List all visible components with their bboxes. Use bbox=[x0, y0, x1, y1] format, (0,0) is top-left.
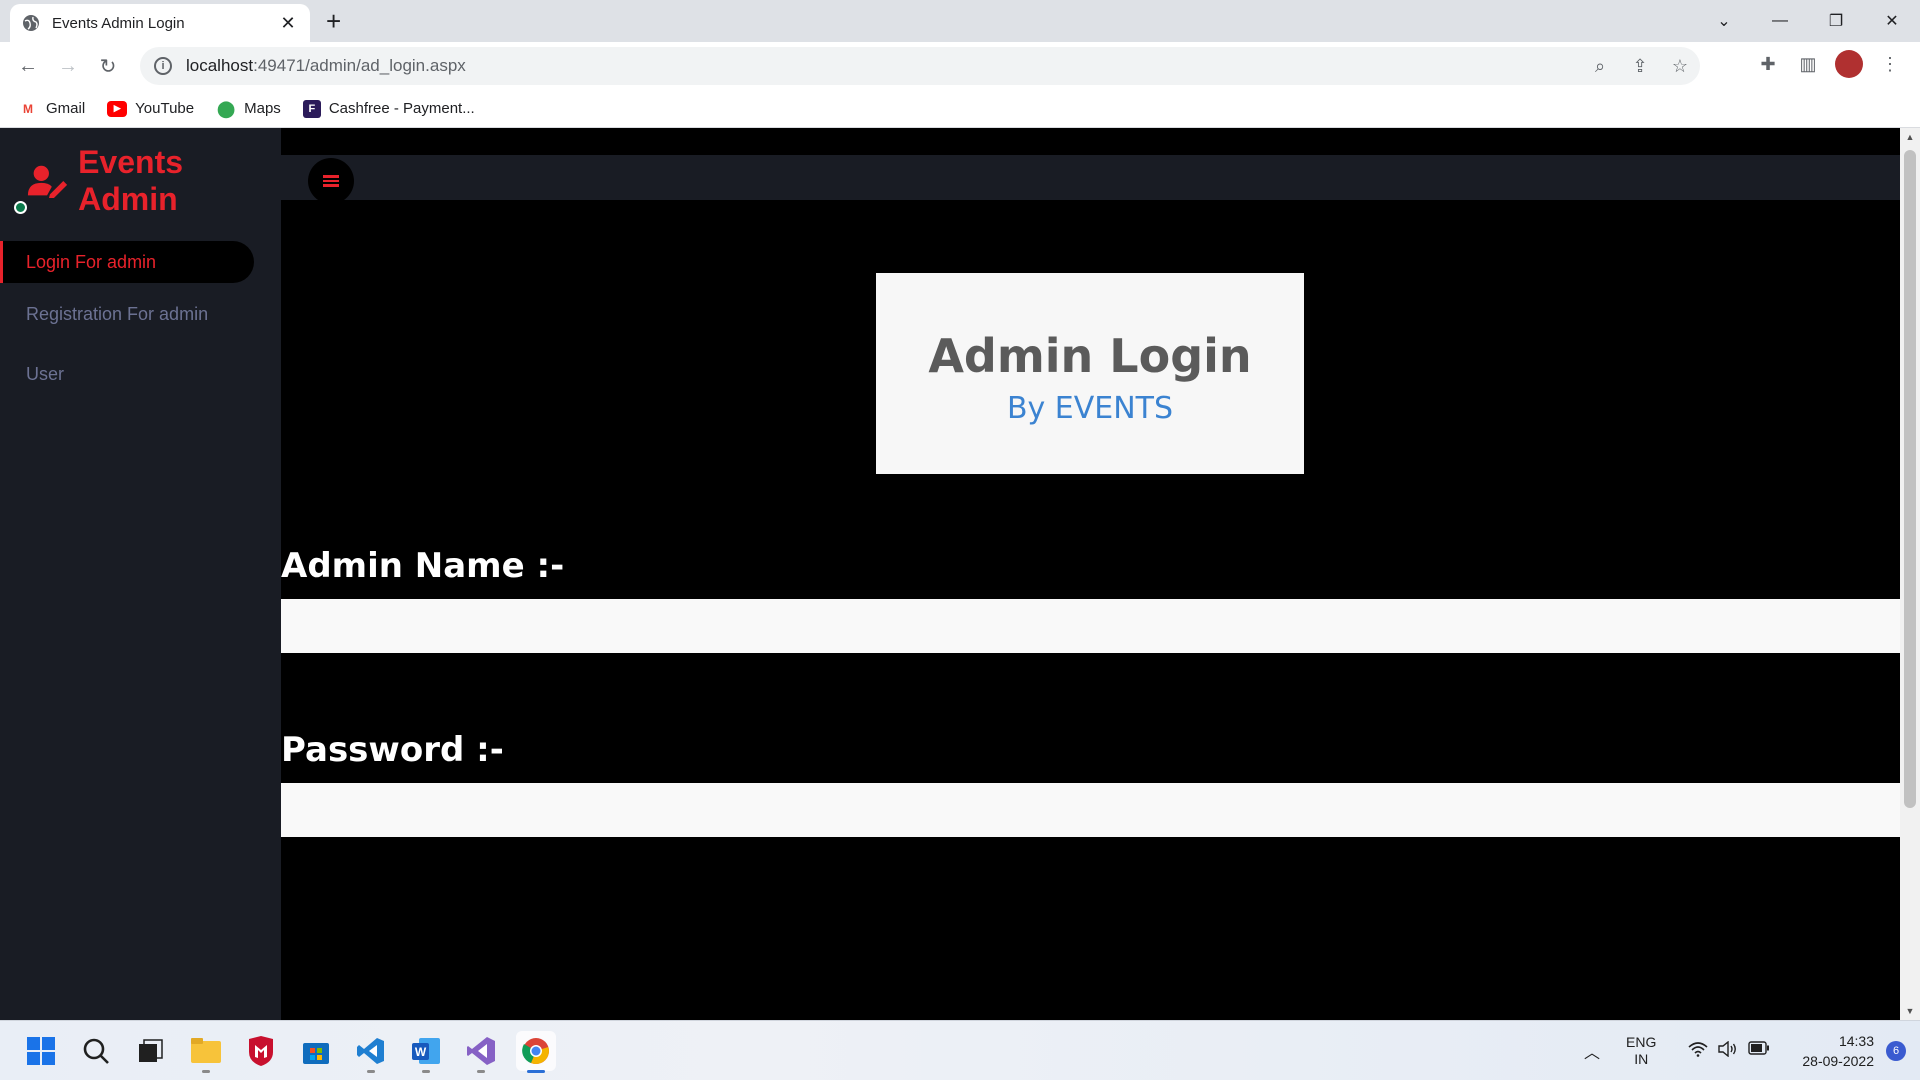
tab-title: Events Admin Login bbox=[52, 14, 185, 32]
browser-tab[interactable]: Events Admin Login ✕ bbox=[10, 4, 310, 42]
side-panel-icon[interactable]: ▥ bbox=[1795, 51, 1821, 77]
sidebar-item-label: Registration For admin bbox=[26, 303, 209, 324]
card-title: Admin Login bbox=[928, 329, 1252, 383]
task-view-icon[interactable] bbox=[130, 1031, 170, 1071]
clock-time: 14:33 bbox=[1838, 1033, 1874, 1049]
bookmark-star-icon[interactable]: ☆ bbox=[1660, 56, 1700, 77]
browser-extensions: ✚ ▥ ⋮ bbox=[1755, 50, 1903, 78]
chrome-icon[interactable] bbox=[516, 1031, 556, 1073]
clock-date: 28-09-2022 bbox=[1802, 1053, 1874, 1069]
bookmark-label: Cashfree - Payment... bbox=[328, 100, 475, 117]
word-icon[interactable]: W bbox=[406, 1031, 446, 1073]
show-hidden-icons-chevron-icon[interactable]: ︿ bbox=[1584, 1039, 1600, 1063]
vscode-icon[interactable] bbox=[351, 1031, 391, 1073]
forward-arrow-icon[interactable]: → bbox=[56, 54, 80, 78]
sidebar-item-registration[interactable]: Registration For admin bbox=[0, 293, 254, 335]
battery-icon bbox=[1748, 1041, 1770, 1061]
tab-search-icon[interactable]: ⌄ bbox=[1696, 0, 1752, 42]
close-tab-icon[interactable]: ✕ bbox=[278, 13, 298, 34]
extensions-puzzle-icon[interactable]: ✚ bbox=[1755, 51, 1781, 77]
gmail-icon: M bbox=[23, 101, 33, 116]
top-navbar bbox=[281, 155, 1900, 204]
svg-text:W: W bbox=[415, 1045, 427, 1059]
scrollbar-thumb[interactable] bbox=[1904, 150, 1916, 808]
search-icon[interactable] bbox=[76, 1031, 116, 1071]
url-path: :49471/admin/ad_login.aspx bbox=[253, 56, 466, 75]
new-tab-button[interactable]: + bbox=[326, 8, 341, 34]
microsoft-store-icon[interactable] bbox=[296, 1031, 336, 1071]
menu-kebab-icon[interactable]: ⋮ bbox=[1877, 51, 1903, 77]
notification-badge[interactable]: 6 bbox=[1886, 1041, 1906, 1061]
page-scrollbar[interactable]: ▲ ▼ bbox=[1900, 128, 1920, 1020]
close-window-button[interactable]: ✕ bbox=[1864, 0, 1920, 42]
reload-icon[interactable]: ↻ bbox=[96, 54, 120, 78]
globe-icon bbox=[23, 15, 39, 31]
hamburger-menu-icon[interactable] bbox=[308, 158, 354, 204]
maps-pin-icon: ⬤ bbox=[217, 100, 236, 118]
language-indicator[interactable]: ENG IN bbox=[1626, 1034, 1656, 1068]
site-info-icon[interactable]: i bbox=[154, 57, 172, 75]
scroll-down-arrow-icon[interactable]: ▼ bbox=[1900, 1002, 1920, 1020]
youtube-icon: ▶ bbox=[107, 100, 128, 117]
admin-name-label: Admin Name :- bbox=[281, 546, 565, 586]
bookmark-cashfree[interactable]: F Cashfree - Payment... bbox=[302, 99, 475, 118]
region-code: IN bbox=[1634, 1051, 1649, 1067]
address-bar[interactable]: i localhost:49471/admin/ad_login.aspx ⌕ … bbox=[140, 47, 1700, 85]
zoom-icon[interactable]: ⌕ bbox=[1580, 56, 1620, 77]
password-input[interactable] bbox=[281, 783, 1900, 837]
language-code: ENG bbox=[1626, 1034, 1657, 1050]
bookmarks-bar: M Gmail ▶ YouTube ⬤ Maps F Cashfree - Pa… bbox=[0, 90, 1920, 128]
back-arrow-icon[interactable]: ← bbox=[16, 54, 40, 78]
sidebar-item-login[interactable]: Login For admin bbox=[0, 241, 254, 283]
window-controls: ⌄ — ❐ ✕ bbox=[1696, 0, 1920, 42]
bookmark-youtube[interactable]: ▶ YouTube bbox=[107, 100, 194, 117]
volume-icon bbox=[1718, 1040, 1738, 1061]
visual-studio-icon[interactable] bbox=[461, 1031, 501, 1073]
sidebar-item-label: Login For admin bbox=[26, 251, 157, 272]
user-edit-icon bbox=[27, 165, 68, 198]
mcafee-icon[interactable] bbox=[241, 1031, 281, 1071]
address-bar-actions: ⌕ ⇪ ☆ bbox=[1580, 47, 1700, 85]
scroll-up-arrow-icon[interactable]: ▲ bbox=[1900, 128, 1920, 146]
cashfree-icon: F bbox=[302, 99, 321, 118]
bookmark-label: Gmail bbox=[46, 100, 86, 117]
bookmark-gmail[interactable]: M Gmail bbox=[18, 100, 85, 117]
login-header-card: Admin Login By EVENTS bbox=[876, 273, 1304, 474]
quick-settings[interactable] bbox=[1688, 1040, 1770, 1061]
page-content: Events Admin Login For admin Registratio… bbox=[0, 128, 1920, 1020]
windows-taskbar: W ︿ ENG IN 14:33 28-09-2022 6 bbox=[0, 1020, 1920, 1080]
windows-logo-icon bbox=[27, 1037, 55, 1065]
profile-avatar[interactable] bbox=[1835, 50, 1863, 78]
brand-title: Events Admin bbox=[78, 144, 184, 217]
brand[interactable]: Events Admin bbox=[26, 144, 281, 218]
sidebar: Events Admin Login For admin Registratio… bbox=[0, 128, 281, 1020]
sidebar-item-label: User bbox=[26, 363, 65, 384]
wifi-icon bbox=[1688, 1041, 1708, 1061]
online-status-dot bbox=[14, 201, 27, 214]
share-icon[interactable]: ⇪ bbox=[1620, 56, 1660, 77]
browser-tab-bar: Events Admin Login ✕ + ⌄ — ❐ ✕ bbox=[0, 0, 1920, 42]
bookmark-label: Maps bbox=[244, 100, 281, 117]
windows-start-icon[interactable] bbox=[21, 1031, 61, 1071]
admin-name-input[interactable] bbox=[281, 599, 1900, 653]
minimize-button[interactable]: — bbox=[1752, 0, 1808, 42]
browser-toolbar: ← → ↻ i localhost:49471/admin/ad_login.a… bbox=[0, 42, 1920, 90]
file-explorer-icon[interactable] bbox=[186, 1031, 226, 1073]
clock[interactable]: 14:33 28-09-2022 bbox=[1802, 1031, 1874, 1071]
url-host: localhost bbox=[186, 56, 254, 75]
sidebar-item-user[interactable]: User bbox=[0, 353, 254, 395]
password-label: Password :- bbox=[281, 730, 504, 770]
restore-button[interactable]: ❐ bbox=[1808, 0, 1864, 42]
bookmark-label: YouTube bbox=[135, 100, 195, 117]
card-subtitle: By EVENTS bbox=[1006, 391, 1174, 426]
system-tray: ︿ ENG IN 14:33 28-09-2022 6 bbox=[1584, 1021, 1920, 1080]
bookmark-maps[interactable]: ⬤ Maps bbox=[216, 100, 281, 118]
